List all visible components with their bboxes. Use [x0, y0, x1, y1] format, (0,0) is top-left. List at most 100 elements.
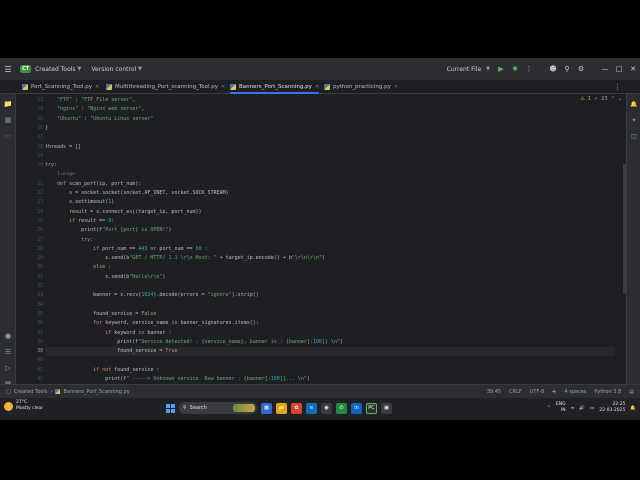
- code-line[interactable]: "FTP" : "FTP File server",: [45, 96, 135, 105]
- code-line[interactable]: print(f" -----> Unknown service. Raw ban…: [45, 375, 310, 384]
- tab-banners-port-scanning[interactable]: Banners_Port_Scanning.py ✕: [230, 80, 320, 94]
- code-line[interactable]: s = socket.socket(socket.AF_INET, socket…: [45, 189, 229, 198]
- code-line[interactable]: if not found_service :: [45, 366, 159, 375]
- code-area[interactable]: "FTP" : "FTP File server", "nginx" : "Ng…: [45, 94, 620, 406]
- debug-icon[interactable]: ✸: [508, 58, 522, 80]
- breadcrumb-project[interactable]: Created Tools: [14, 389, 48, 395]
- code-line[interactable]: threads = []: [45, 143, 81, 152]
- code-line[interactable]: result = s.connect_ex((target_ip, port_n…: [45, 208, 201, 217]
- line-number: 26: [37, 228, 43, 234]
- chevron-up-icon[interactable]: ⌃: [547, 406, 551, 411]
- more-icon[interactable]: ⋯: [0, 130, 16, 142]
- database-icon[interactable]: ◫: [627, 130, 640, 142]
- breadcrumb-file[interactable]: Banners_Port_Scanning.py: [63, 389, 129, 395]
- tab-port-scanning-tool[interactable]: Port_Scanning_Tool.py ✕: [22, 80, 99, 94]
- inspection-badge[interactable]: ⚠ 1 ✓ 23 ⌃ ⌄: [580, 96, 622, 102]
- lock-icon[interactable]: ⎆: [552, 389, 556, 395]
- search-icon[interactable]: ⚲: [560, 58, 574, 80]
- edge-browser-icon[interactable]: e: [306, 402, 317, 414]
- taskbar-search[interactable]: ⚲ Search: [179, 402, 257, 414]
- close-icon[interactable]: ✕: [626, 58, 640, 80]
- chrome-icon[interactable]: ◉: [321, 402, 332, 414]
- editor-tabs: Port_Scanning_Tool.py ✕ Multithreading_Po…: [0, 80, 640, 94]
- python-interpreter[interactable]: Python 3.8: [594, 389, 621, 395]
- minimize-icon[interactable]: —: [598, 58, 612, 80]
- main-menu-icon[interactable]: ☰: [0, 58, 16, 80]
- python-packages-icon[interactable]: ●: [0, 330, 16, 342]
- run-config-selector[interactable]: Current File: [447, 66, 481, 73]
- code-line[interactable]: try:: [45, 236, 93, 245]
- code-line[interactable]: print(f"Port {port} is OPEN!"): [45, 226, 171, 235]
- tab-python-practicing[interactable]: python_practicing.py ✕: [324, 80, 398, 94]
- run-icon[interactable]: ▶: [494, 58, 508, 80]
- maximize-icon[interactable]: □: [612, 58, 626, 80]
- code-line[interactable]: if port_num == 443 or port_num == 80 :: [45, 245, 207, 254]
- weather-widget[interactable]: 27°C Mostly clear: [4, 400, 43, 412]
- code-editor[interactable]: 13 14 15 16 17 18 19 20 21 22 23 24 25 26 27 28 29 30 31 32…: [17, 94, 626, 406]
- structure-icon[interactable]: ▦: [0, 114, 16, 126]
- task-view-icon[interactable]: ▩: [261, 402, 272, 414]
- code-line[interactable]: try:: [45, 161, 57, 170]
- file-encoding[interactable]: UTF-8: [530, 389, 545, 395]
- settings-gear-icon[interactable]: ⚙: [574, 58, 588, 80]
- vcs-menu[interactable]: Version control: [91, 66, 136, 73]
- clock[interactable]: 22:25 22-03-2025: [599, 402, 625, 414]
- copilot-icon[interactable]: ✿: [291, 402, 302, 414]
- code-line[interactable]: else :: [45, 263, 111, 272]
- windows-start-icon[interactable]: [166, 403, 175, 413]
- project-selector[interactable]: Created Tools: [35, 66, 75, 73]
- code-line[interactable]: }: [45, 124, 48, 133]
- code-with-me-icon[interactable]: ☻: [546, 58, 560, 80]
- line-number: 29: [37, 256, 43, 262]
- close-tab-icon[interactable]: ✕: [394, 84, 398, 90]
- code-line[interactable]: print(f"Service detected! : {service_nam…: [45, 338, 343, 347]
- close-tab-icon[interactable]: ✕: [95, 84, 99, 90]
- battery-icon[interactable]: ▭: [590, 406, 594, 411]
- chevron-down-icon: ▼: [138, 66, 143, 72]
- tab-multithreading-port-scanning[interactable]: Multithreading_Port_scanning_Tool.py ✕: [106, 80, 225, 94]
- whatsapp-icon[interactable]: ✆: [336, 402, 347, 414]
- file-explorer-icon[interactable]: 📁: [276, 402, 287, 414]
- caret-position[interactable]: 39:45: [487, 389, 501, 395]
- ai-assistant-icon[interactable]: ✦: [627, 114, 640, 126]
- close-tab-icon[interactable]: ✕: [315, 84, 319, 90]
- notifications-icon[interactable]: 🔔: [630, 406, 636, 411]
- usage-hint[interactable]: 1 usage: [57, 172, 75, 177]
- code-line[interactable]: banner = s.recv(1024).decode(errors = "i…: [45, 291, 259, 300]
- chevron-down-icon[interactable]: ⌄: [618, 96, 622, 102]
- linkedin-icon[interactable]: in: [351, 402, 362, 414]
- close-tab-icon[interactable]: ✕: [221, 84, 225, 90]
- volume-icon[interactable]: 🔊: [579, 406, 585, 411]
- more-actions-icon[interactable]: ⋮: [522, 58, 536, 80]
- line-number: 23: [37, 200, 43, 206]
- memory-indicator-icon[interactable]: ▤: [629, 389, 634, 395]
- code-line[interactable]: "nginx" : "Nginx web server",: [45, 105, 144, 114]
- wifi-icon[interactable]: ≈: [571, 406, 575, 411]
- code-line[interactable]: if result == 0:: [45, 217, 114, 226]
- run-tool-icon[interactable]: ▷: [0, 362, 16, 374]
- tabs-menu-icon[interactable]: ⋮: [614, 80, 621, 94]
- right-tool-strip: 🔔 ✦ ◫: [626, 94, 640, 406]
- line-number: 19: [37, 153, 43, 159]
- tab-label: Multithreading_Port_scanning_Tool.py: [115, 84, 219, 90]
- code-line[interactable]: if keyword in banner :: [45, 329, 171, 338]
- code-line[interactable]: s.send(b"Hello\r\n"): [45, 273, 165, 282]
- code-line[interactable]: "Ubuntu" : "Ubuntu Linux server": [45, 115, 153, 124]
- line-separator[interactable]: CRLF: [509, 389, 522, 395]
- language-indicator[interactable]: ENG IN: [556, 402, 566, 414]
- ide-titlebar: ☰ CT Created Tools ▼ Version control ▼ C…: [0, 58, 640, 80]
- indent-setting[interactable]: 4 spaces: [564, 389, 586, 395]
- store-icon[interactable]: ▣: [381, 402, 392, 414]
- pycharm-icon[interactable]: PC: [366, 402, 377, 414]
- code-line[interactable]: found_service = True: [45, 347, 615, 357]
- line-number: 24: [37, 209, 43, 215]
- notifications-bell-icon[interactable]: 🔔: [627, 98, 640, 110]
- chevron-up-icon[interactable]: ⌃: [611, 96, 615, 102]
- code-line[interactable]: def scan_port(ip, port_num):: [45, 180, 141, 189]
- code-line[interactable]: s.settimeout(1): [45, 198, 114, 207]
- project-folder-icon[interactable]: 📁: [0, 98, 16, 110]
- code-line[interactable]: s.send(b"GET / HTTP/ 1.1 \r\n Host: " + …: [45, 254, 325, 263]
- code-line[interactable]: for keyword, service_name in banner_sign…: [45, 319, 259, 328]
- code-line[interactable]: found_service = False: [45, 310, 156, 319]
- layers-icon[interactable]: ☰: [0, 346, 16, 358]
